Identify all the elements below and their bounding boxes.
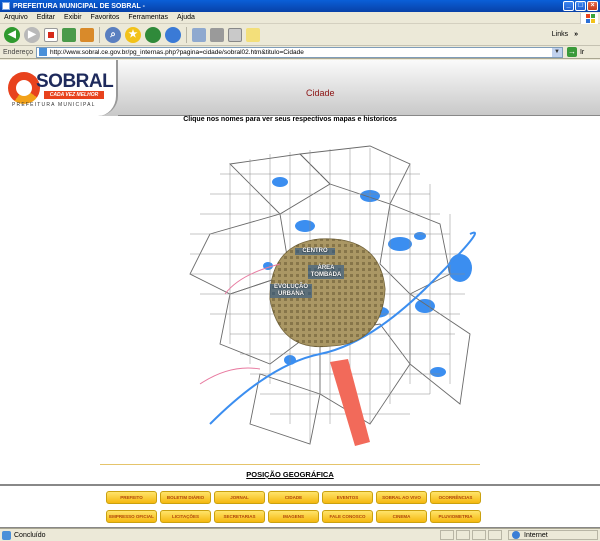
- map-instruction: Clique nos nomes para ver seus respectiv…: [183, 116, 397, 123]
- menu-editar[interactable]: Editar: [37, 14, 55, 21]
- menu-bar: Arquivo Editar Exibir Favoritos Ferramen…: [0, 12, 600, 24]
- toolbar-separator: [99, 26, 100, 43]
- nav-secretarias-button[interactable]: SECRETARIAS: [214, 510, 265, 523]
- print-icon[interactable]: [210, 27, 224, 42]
- nav-sobral-ao-vivo-button[interactable]: SOBRAL AO VIVO: [376, 491, 427, 504]
- address-label: Endereço: [3, 48, 33, 56]
- menu-favoritos[interactable]: Favoritos: [91, 14, 120, 21]
- nav-eventos-button[interactable]: EVENTOS: [322, 491, 373, 504]
- refresh-icon[interactable]: [62, 27, 76, 42]
- links-label: Links: [551, 31, 569, 38]
- nav-pluviometria-button[interactable]: PLUVIOMETRIA: [430, 510, 481, 523]
- menu-arquivo[interactable]: Arquivo: [4, 14, 28, 21]
- back-icon[interactable]: ◀: [4, 26, 20, 43]
- logo-subtitle: PREFEITURA MUNICIPAL: [12, 102, 96, 108]
- window-title: PREFEITURA MUNICIPAL DE SOBRAL -: [13, 2, 145, 10]
- go-button[interactable]: → Ir: [566, 47, 584, 57]
- address-input[interactable]: http://www.sobral.ce.gov.br/pg_internas.…: [35, 46, 563, 58]
- toolbar-separator: [186, 26, 187, 43]
- city-map-graphic: [189, 145, 476, 446]
- map-label-centro[interactable]: CENTRO: [295, 248, 335, 255]
- highlight-zone: [330, 359, 370, 446]
- page-title: Cidade: [306, 88, 335, 98]
- nav-imagens-button[interactable]: IMAGENS: [268, 510, 319, 523]
- nav-boletim-diario-button[interactable]: BOLETIM DIÁRIO: [160, 491, 211, 504]
- address-url: http://www.sobral.ce.gov.br/pg_internas.…: [49, 48, 304, 56]
- nav-jornal-button[interactable]: JORNAL: [214, 491, 265, 504]
- status-cell: [472, 530, 486, 540]
- nav-empresso-oficial-button[interactable]: EMPRESSO OFICIAL: [106, 510, 157, 523]
- edit-icon[interactable]: [228, 27, 242, 42]
- boundary-line: [199, 367, 261, 385]
- media-icon[interactable]: [145, 26, 161, 43]
- go-arrow-icon: →: [566, 47, 577, 57]
- page-icon: [38, 48, 47, 56]
- window-title-bar: PREFEITURA MUNICIPAL DE SOBRAL - _ □ ×: [0, 0, 600, 12]
- menu-ferramentas[interactable]: Ferramentas: [128, 14, 168, 21]
- status-cells: [440, 530, 502, 540]
- site-header: SOBRAL CADA VEZ MELHOR PREFEITURA MUNICI…: [0, 60, 600, 116]
- history-icon[interactable]: [165, 26, 181, 43]
- nav-fale-conosco-button[interactable]: FALE CONOSCO: [322, 510, 373, 523]
- status-cell: [488, 530, 502, 540]
- nav-ocorrencias-button[interactable]: OCORRÊNCIAS: [430, 491, 481, 504]
- section-divider: [100, 464, 480, 465]
- status-text: Concluído: [14, 531, 46, 539]
- menu-exibir[interactable]: Exibir: [64, 14, 82, 21]
- links-toolbar[interactable]: Links »: [552, 31, 578, 38]
- map-label-area-tombada[interactable]: ÁREA TOMBADA: [308, 265, 344, 279]
- nav-cinema-button[interactable]: CINEMA: [376, 510, 427, 523]
- status-cell: [456, 530, 470, 540]
- dropdown-arrow-icon[interactable]: ▼: [551, 47, 562, 57]
- search-icon[interactable]: ⌕: [105, 26, 121, 43]
- nav-row-2: EMPRESSO OFICIAL LICITAÇÕES SECRETARIAS …: [106, 510, 481, 523]
- map-label-evolucao-urbana[interactable]: EVOLUÇÃO URBANA: [270, 284, 312, 298]
- messenger-icon[interactable]: [246, 27, 260, 42]
- stop-icon[interactable]: [44, 27, 58, 42]
- mail-icon[interactable]: [192, 27, 206, 42]
- city-map[interactable]: CENTRO ÁREA TOMBADA EVOLUÇÃO URBANA: [170, 124, 480, 462]
- nav-licitacoes-button[interactable]: LICITAÇÕES: [160, 510, 211, 523]
- nav-cidade-button[interactable]: CIDADE: [268, 491, 319, 504]
- logo-tagline: CADA VEZ MELHOR: [44, 91, 104, 99]
- internet-globe-icon: [512, 531, 520, 539]
- chevron-right-icon: »: [574, 31, 578, 38]
- bottom-nav-frame: PREFEITO BOLETIM DIÁRIO JORNAL CIDADE EV…: [0, 484, 600, 528]
- status-cell: [440, 530, 454, 540]
- ie-app-icon: [2, 2, 10, 10]
- menu-ajuda[interactable]: Ajuda: [177, 14, 195, 21]
- minimize-button[interactable]: _: [563, 1, 574, 11]
- geo-position-link[interactable]: POSIÇÃO GEOGRÁFICA: [0, 470, 580, 479]
- maximize-button[interactable]: □: [575, 1, 586, 11]
- page-done-icon: [2, 530, 11, 540]
- sobral-logo[interactable]: SOBRAL CADA VEZ MELHOR PREFEITURA MUNICI…: [0, 60, 118, 116]
- logo-name: SOBRAL: [36, 71, 114, 92]
- forward-icon[interactable]: ▶: [24, 26, 40, 43]
- windows-logo-icon: [580, 13, 598, 24]
- nav-row-1: PREFEITO BOLETIM DIÁRIO JORNAL CIDADE EV…: [106, 491, 481, 504]
- zone-label: Internet: [524, 531, 548, 539]
- favorites-star-icon[interactable]: ★: [125, 26, 141, 43]
- navigation-toolbar: ◀ ▶ ⌕ ★ Links »: [0, 24, 600, 46]
- address-bar: Endereço http://www.sobral.ce.gov.br/pg_…: [0, 46, 600, 59]
- status-bar: Concluído Internet: [0, 528, 600, 541]
- nav-prefeito-button[interactable]: PREFEITO: [106, 491, 157, 504]
- security-zone: Internet: [508, 530, 598, 540]
- page-viewport: SOBRAL CADA VEZ MELHOR PREFEITURA MUNICI…: [0, 60, 600, 528]
- home-icon[interactable]: [80, 27, 94, 42]
- close-button[interactable]: ×: [587, 1, 598, 11]
